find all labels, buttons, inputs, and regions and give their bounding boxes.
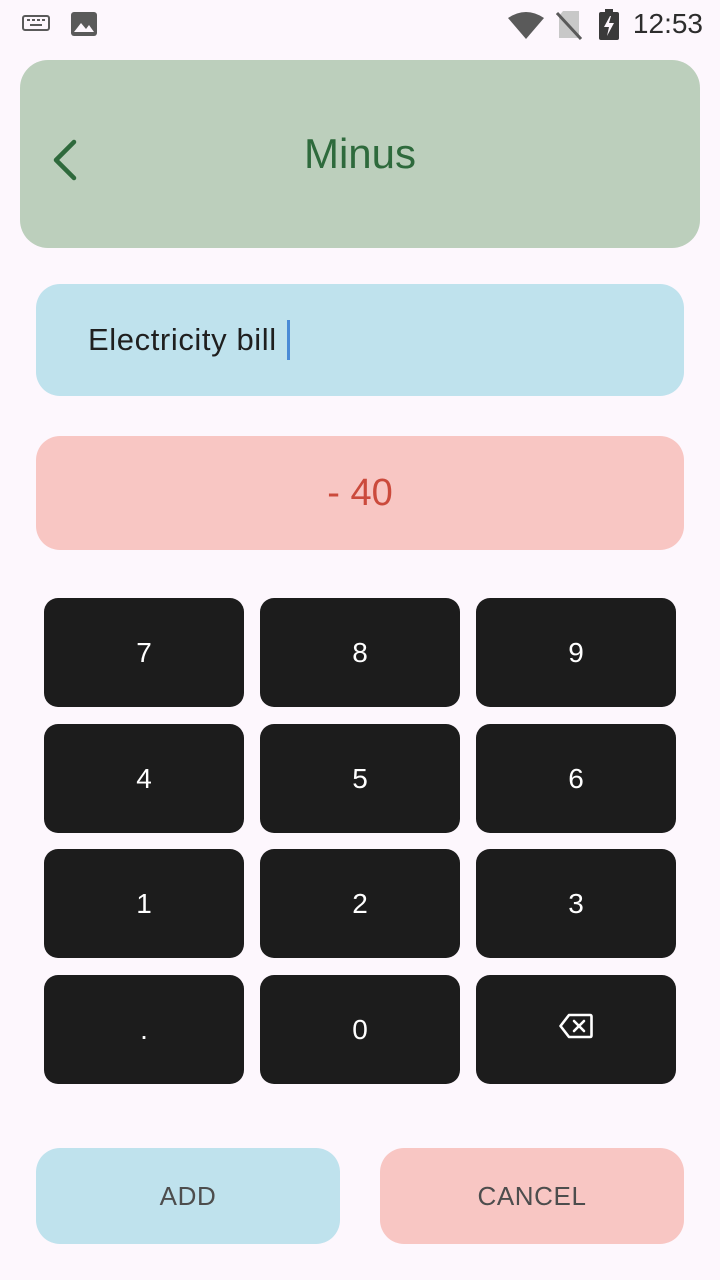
key-decimal[interactable]: . — [44, 975, 244, 1084]
key-9[interactable]: 9 — [476, 598, 676, 707]
key-1[interactable]: 1 — [44, 849, 244, 958]
amount-display: - 40 — [36, 436, 684, 550]
back-button[interactable] — [46, 138, 82, 186]
key-4[interactable]: 4 — [44, 724, 244, 833]
key-3[interactable]: 3 — [476, 849, 676, 958]
image-icon — [70, 11, 98, 42]
chevron-left-icon — [50, 138, 78, 187]
description-field[interactable]: Electricity bill — [36, 284, 684, 396]
key-7[interactable]: 7 — [44, 598, 244, 707]
backspace-button[interactable] — [476, 975, 676, 1084]
text-cursor — [286, 320, 290, 360]
app-bar: Minus — [20, 60, 700, 248]
wifi-icon — [506, 10, 546, 45]
key-5[interactable]: 5 — [260, 724, 460, 833]
keyboard-icon — [22, 14, 50, 39]
key-0[interactable]: 0 — [260, 975, 460, 1084]
cancel-button[interactable]: CANCEL — [380, 1148, 684, 1244]
status-time: 12:53 — [632, 8, 703, 39]
key-8[interactable]: 8 — [260, 598, 460, 707]
backspace-icon — [559, 1013, 593, 1046]
status-bar: 12:53 — [0, 0, 720, 48]
battery-charging-icon — [598, 9, 620, 46]
description-input-value: Electricity bill — [88, 322, 277, 357]
key-2[interactable]: 2 — [260, 849, 460, 958]
no-sim-icon — [555, 10, 583, 45]
key-6[interactable]: 6 — [476, 724, 676, 833]
page-title: Minus — [303, 130, 417, 177]
add-button[interactable]: ADD — [36, 1148, 340, 1244]
